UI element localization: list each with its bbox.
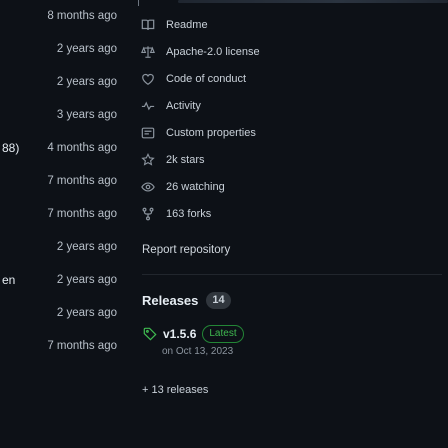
file-row[interactable]: 2 years ago <box>0 297 130 330</box>
commit-timestamp[interactable]: 2 years ago <box>57 264 117 297</box>
github-repo-page: 8 months ago 2 years ago 2 years ago 3 y… <box>0 0 448 448</box>
file-name-fragment[interactable]: en <box>2 264 15 297</box>
about-item-label: 163 forks <box>166 208 212 220</box>
about-item-label: 2k stars <box>166 154 205 166</box>
latest-badge: Latest <box>202 325 244 343</box>
about-activity-link[interactable]: Activity <box>138 95 438 117</box>
commit-timestamp[interactable]: 7 months ago <box>47 198 117 231</box>
law-icon <box>140 44 156 60</box>
pulse-icon <box>140 98 156 114</box>
file-row[interactable]: 2 years ago <box>0 66 130 99</box>
about-item-label: 26 watching <box>166 181 225 193</box>
file-row[interactable]: 3 years ago <box>0 99 130 132</box>
commit-timestamp[interactable]: 4 months ago <box>47 132 117 165</box>
commit-timestamp[interactable]: 7 months ago <box>47 165 117 198</box>
eye-icon <box>140 179 156 195</box>
about-item-label: Custom properties <box>166 127 256 139</box>
about-readme-link[interactable]: Readme <box>138 14 438 36</box>
commit-timestamp[interactable]: 3 years ago <box>57 99 117 132</box>
releases-count-badge: 14 <box>206 292 231 309</box>
commit-timestamp[interactable]: 2 years ago <box>57 33 117 66</box>
commit-timestamp[interactable]: 2 years ago <box>57 66 117 99</box>
code-of-conduct-icon <box>140 71 156 87</box>
fork-icon <box>140 206 156 222</box>
report-repository-link[interactable]: Report repository <box>142 244 230 256</box>
file-row[interactable]: 8 months ago <box>0 0 130 33</box>
commit-timestamp[interactable]: 7 months ago <box>47 330 117 363</box>
about-custom-properties-link[interactable]: Custom properties <box>138 122 438 144</box>
book-icon <box>140 17 156 33</box>
commit-timestamp[interactable]: 2 years ago <box>57 231 117 264</box>
about-watching-link[interactable]: 26 watching <box>138 176 438 198</box>
releases-heading[interactable]: Releases 14 <box>142 292 231 309</box>
file-row[interactable]: 88) 4 months ago <box>0 132 130 165</box>
section-divider <box>142 274 442 275</box>
about-stars-link[interactable]: 2k stars <box>138 149 438 171</box>
file-row[interactable]: 7 months ago <box>0 198 130 231</box>
file-row[interactable]: 7 months ago <box>0 165 130 198</box>
release-date: on Oct 13, 2023 <box>162 346 234 357</box>
file-name-fragment[interactable]: 88) <box>2 132 19 165</box>
about-code-of-conduct-link[interactable]: Code of conduct <box>138 68 438 90</box>
file-row[interactable]: 2 years ago <box>0 33 130 66</box>
about-item-label: Readme <box>166 19 208 31</box>
custom-properties-icon <box>140 125 156 141</box>
column-divider <box>130 0 131 448</box>
file-row[interactable]: 2 years ago <box>0 231 130 264</box>
more-releases-link[interactable]: + 13 releases <box>142 384 208 396</box>
releases-heading-label[interactable]: Releases <box>142 293 198 308</box>
star-icon <box>140 152 156 168</box>
commit-timestamp[interactable]: 8 months ago <box>47 0 117 33</box>
commit-timestamp[interactable]: 2 years ago <box>57 297 117 330</box>
about-item-label: Activity <box>166 100 201 112</box>
file-list: 8 months ago 2 years ago 2 years ago 3 y… <box>0 0 130 448</box>
file-row[interactable]: 7 months ago <box>0 330 130 363</box>
about-item-label: Code of conduct <box>166 73 247 85</box>
tag-icon <box>142 326 158 342</box>
about-license-link[interactable]: Apache-2.0 license <box>138 41 438 63</box>
release-version[interactable]: v1.5.6 <box>163 327 196 341</box>
about-sidebar: Readme Apache-2.0 license Code of conduc… <box>138 0 448 448</box>
about-forks-link[interactable]: 163 forks <box>138 203 438 225</box>
file-row[interactable]: en 2 years ago <box>0 264 130 297</box>
top-tick <box>138 0 139 6</box>
top-strip <box>138 0 448 6</box>
about-item-label: Apache-2.0 license <box>166 46 260 58</box>
latest-release[interactable]: v1.5.6 Latest <box>142 325 244 343</box>
top-bar <box>178 0 448 3</box>
